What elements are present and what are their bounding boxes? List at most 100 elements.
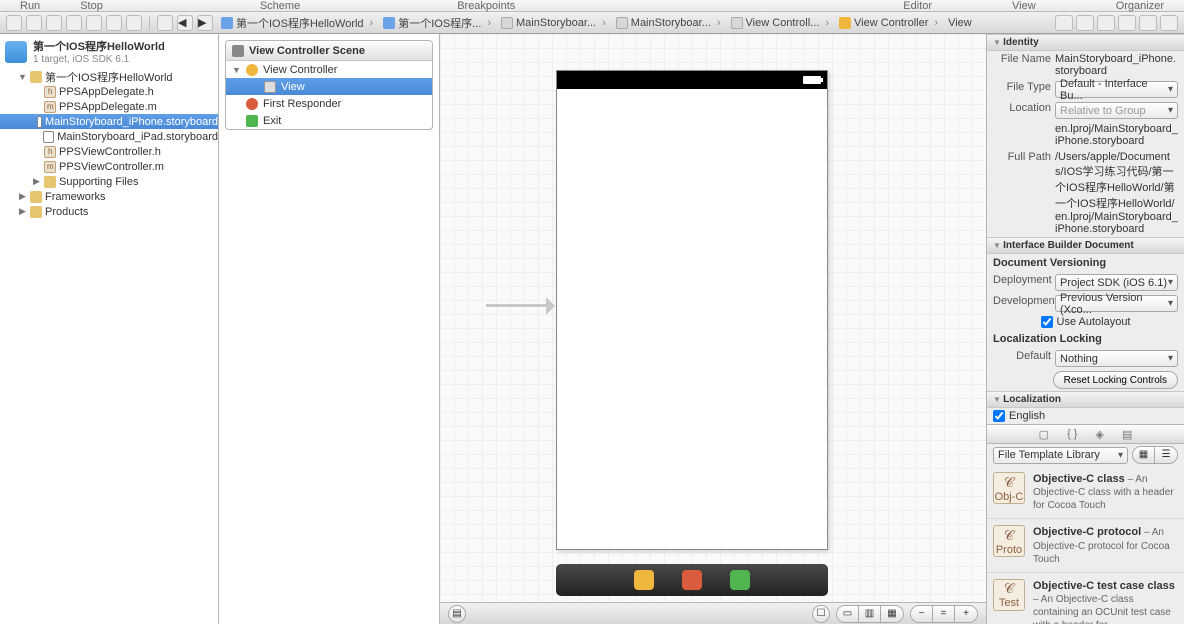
zoom-segmented[interactable]: −=+ [910, 605, 978, 623]
nav-tab-icon[interactable] [46, 15, 62, 31]
nav-tab-icon[interactable] [106, 15, 122, 31]
locking-header: Localization Locking [987, 330, 1184, 348]
jump-vc2[interactable]: View Controller [854, 17, 928, 29]
autolayout-checkbox[interactable] [1041, 316, 1053, 328]
outline-label: Exit [263, 115, 281, 127]
project-header[interactable]: 第一个IOS程序HelloWorld 1 target, iOS SDK 6.1 [0, 34, 218, 69]
forward-icon[interactable]: ▶ [197, 15, 213, 31]
localization-section[interactable]: Localization [987, 391, 1184, 408]
file-row[interactable]: PPSAppDelegate.h [0, 84, 218, 99]
first-responder-dock-icon[interactable] [682, 570, 702, 590]
jump-vc[interactable]: View Controll... [746, 17, 820, 29]
outline-row[interactable]: Exit [226, 112, 432, 129]
stop-label[interactable]: Stop [60, 0, 123, 11]
document-outline: View Controller Scene ▼View Controller Vi… [219, 34, 440, 624]
library-item[interactable]: 𝒞Obj-CObjective-C class – An Objective-C… [987, 466, 1184, 519]
file-row[interactable]: ▶Frameworks [0, 189, 218, 204]
file-label: 第一个IOS程序HelloWorld [45, 69, 173, 85]
library-item[interactable]: 𝒞ProtoObjective-C protocol – An Objectiv… [987, 519, 1184, 572]
inspector-tab-icon[interactable] [1160, 15, 1178, 31]
library-list[interactable]: 𝒞Obj-CObjective-C class – An Objective-C… [987, 466, 1184, 624]
folder-icon [30, 71, 42, 83]
scheme-label[interactable]: Scheme [240, 0, 320, 11]
jump-project[interactable]: 第一个IOS程序HelloWorld [236, 15, 364, 31]
storyboard-canvas[interactable]: ▤ ☐ ▭▥▦ −=+ [440, 34, 986, 624]
library-desc: Objective-C protocol – An Objective-C pr… [1033, 525, 1178, 565]
run-label[interactable]: Run [0, 0, 60, 11]
file-row[interactable]: MainStoryboard_iPad.storyboard [0, 129, 218, 144]
navigator-toolbar: ◀ ▶ 第一个IOS程序HelloWorld 第一个IOS程序... MainS… [0, 12, 1184, 34]
xcodeproj-icon [5, 41, 27, 63]
iphone-preview[interactable] [556, 70, 828, 550]
library-tabs[interactable]: ▢{ }◈▤ [987, 424, 1184, 444]
any-any-icon[interactable]: ☐ [812, 605, 830, 623]
outline-label: View [281, 81, 305, 93]
identity-section[interactable]: Identity [987, 34, 1184, 51]
reset-locking-button[interactable]: Reset Locking Controls [1053, 371, 1178, 389]
inspector-tab-icon[interactable] [1139, 15, 1157, 31]
nav-tab-icon[interactable] [126, 15, 142, 31]
file-row[interactable]: ▼第一个IOS程序HelloWorld [0, 69, 218, 84]
outline-label: First Responder [263, 98, 341, 110]
file-row[interactable]: PPSAppDelegate.m [0, 99, 218, 114]
folder-icon [30, 191, 42, 203]
deployment-select[interactable]: Project SDK (iOS 6.1) [1055, 274, 1178, 291]
layout-segmented[interactable]: ▭▥▦ [836, 605, 904, 623]
initial-vc-arrow[interactable] [486, 304, 554, 307]
template-icon: 𝒞Test [993, 579, 1025, 611]
location-select[interactable]: Relative to Group [1055, 102, 1178, 119]
outline-toggle-icon[interactable]: ▤ [448, 605, 466, 623]
inspector-tab-icon[interactable] [1076, 15, 1094, 31]
library-view-seg[interactable]: ▦☰ [1132, 446, 1178, 464]
storyboard-icon [501, 17, 513, 29]
outline-header[interactable]: View Controller Scene [226, 41, 432, 61]
vc-dock-icon[interactable] [634, 570, 654, 590]
file-label: PPSViewController.m [59, 161, 164, 173]
scene-dock[interactable] [556, 564, 828, 596]
jump-bar[interactable]: 第一个IOS程序HelloWorld 第一个IOS程序... MainStory… [217, 14, 1051, 32]
outline-row[interactable]: ▼View Controller [226, 61, 432, 78]
jump-folder[interactable]: 第一个IOS程序... [398, 15, 481, 31]
scene-icon [232, 45, 244, 57]
template-icon: 𝒞Obj-C [993, 472, 1025, 504]
english-checkbox[interactable] [993, 410, 1005, 422]
file-label: Products [45, 206, 88, 218]
file-row[interactable]: ▶Products [0, 204, 218, 219]
project-name: 第一个IOS程序HelloWorld [33, 38, 165, 54]
nav-tab-icon[interactable] [86, 15, 102, 31]
nav-tab-icon[interactable] [26, 15, 42, 31]
editor-label[interactable]: Editor [883, 0, 952, 11]
jump-scene[interactable]: MainStoryboar... [631, 17, 711, 29]
file-label: MainStoryboard_iPad.storyboard [57, 131, 218, 143]
file-row[interactable]: MainStoryboard_iPhone.storyboard [0, 114, 218, 129]
jump-view[interactable]: View [948, 17, 972, 29]
inspector-tab-icon[interactable] [1118, 15, 1136, 31]
ibdoc-section[interactable]: Interface Builder Document [987, 237, 1184, 254]
development-label: Development [993, 295, 1051, 307]
exit-dock-icon[interactable] [730, 570, 750, 590]
file-row[interactable]: PPSViewController.h [0, 144, 218, 159]
organizer-label[interactable]: Organizer [1096, 0, 1184, 11]
back-icon[interactable]: ◀ [177, 15, 193, 31]
breakpoints-label[interactable]: Breakpoints [437, 0, 535, 11]
default-select[interactable]: Nothing [1055, 350, 1178, 367]
library-select[interactable]: File Template Library [993, 447, 1128, 464]
outline-row[interactable]: First Responder [226, 95, 432, 112]
nav-tab-icon[interactable] [6, 15, 22, 31]
filetype-select[interactable]: Default - Interface Bu... [1055, 81, 1178, 98]
development-select[interactable]: Previous Version (Xco... [1055, 295, 1178, 312]
related-items-icon[interactable] [157, 15, 173, 31]
view-label[interactable]: View [992, 0, 1056, 11]
inspector-tab-icon[interactable] [1055, 15, 1073, 31]
nav-tab-icon[interactable] [66, 15, 82, 31]
vc-icon [246, 64, 258, 76]
library-item[interactable]: 𝒞TestObjective-C test case class – An Ob… [987, 573, 1184, 624]
file-row[interactable]: PPSViewController.m [0, 159, 218, 174]
file-tree[interactable]: ▼第一个IOS程序HelloWorldPPSAppDelegate.hPPSAp… [0, 69, 218, 624]
jump-file[interactable]: MainStoryboar... [516, 17, 596, 29]
inspector-tab-icon[interactable] [1097, 15, 1115, 31]
outline-row[interactable]: View [226, 78, 432, 95]
status-bar [557, 71, 827, 89]
file-row[interactable]: ▶Supporting Files [0, 174, 218, 189]
h-icon [44, 146, 56, 158]
